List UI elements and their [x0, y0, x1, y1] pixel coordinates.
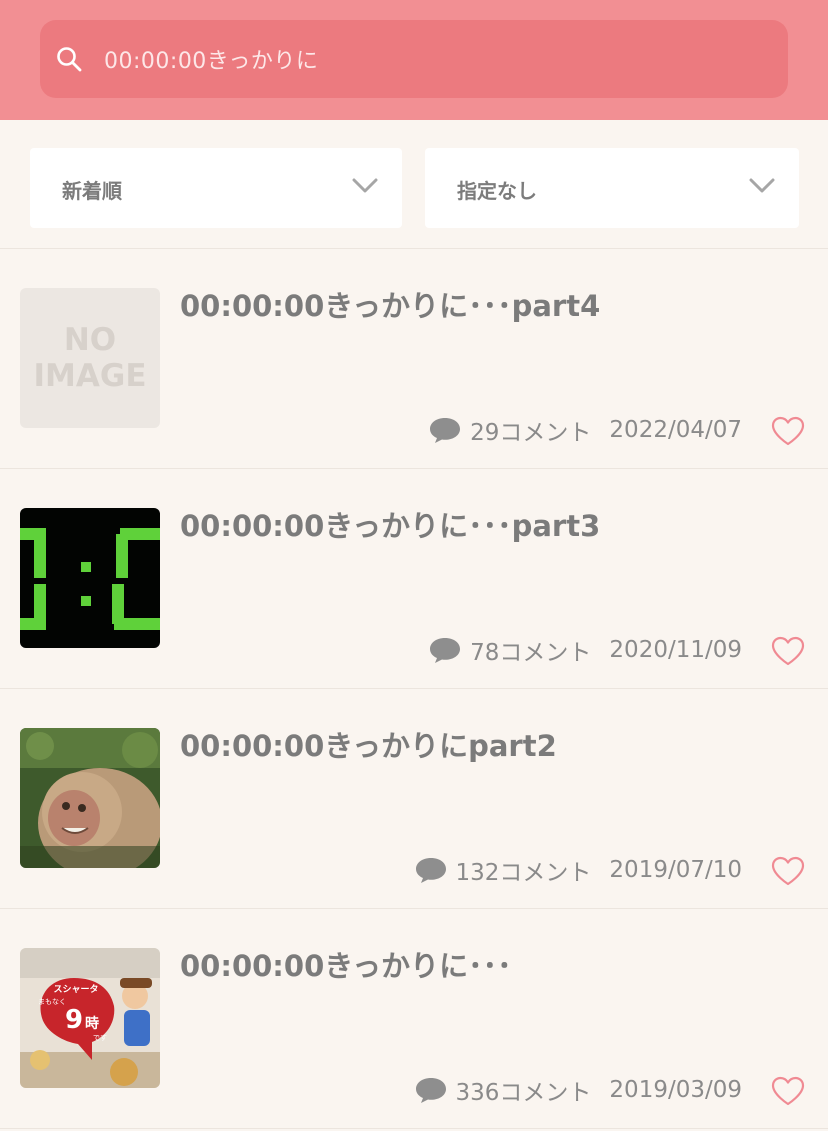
filter-bar: 新着順 指定なし — [0, 120, 828, 249]
ad-thumbnail: スシャータ まもなく 9 時 です — [20, 948, 160, 1088]
thread-title[interactable]: 00:00:00きっかりに･･･ — [180, 943, 512, 985]
post-date: 2020/11/09 — [609, 637, 742, 663]
thread-meta: 29コメント 2022/04/07 — [428, 413, 742, 447]
search-query: 00:00:00きっかりに — [104, 49, 319, 74]
thread-title[interactable]: 00:00:00きっかりに･･･part4 — [180, 283, 600, 325]
cartoon-ad-image: スシャータ まもなく 9 時 です — [20, 948, 160, 1088]
header-bar: 00:00:00きっかりに — [0, 0, 828, 120]
post-date: 2019/03/09 — [609, 1077, 742, 1103]
ad-big-number: 9 — [65, 1005, 83, 1035]
post-date: 2019/07/10 — [609, 857, 742, 883]
sort-select-label: 新着順 — [62, 179, 122, 203]
heart-icon[interactable] — [770, 415, 806, 447]
thread-title[interactable]: 00:00:00きっかりに･･･part3 — [180, 503, 600, 545]
no-image-text-line2: IMAGE — [33, 358, 147, 394]
comment-icon — [430, 638, 461, 663]
monkey-photo — [20, 728, 160, 868]
no-image-text-line1: NO — [63, 322, 117, 358]
list-item[interactable]: 00:00:00きっかりに･･･part3 78コメント 2020/11/09 — [0, 469, 828, 689]
digital-clock-thumbnail — [20, 508, 160, 648]
list-item[interactable]: NO IMAGE 00:00:00きっかりに･･･part4 29コメント 20… — [0, 249, 828, 469]
list-item[interactable]: スシャータ まもなく 9 時 です 00:00:00きっかりに･･･ 336コメ… — [0, 909, 828, 1129]
comment-count: 132コメント — [455, 860, 592, 886]
comment-icon — [415, 1078, 446, 1103]
monkey-thumbnail — [20, 728, 160, 868]
comment-count: 336コメント — [455, 1080, 592, 1106]
thread-meta: 336コメント 2019/03/09 — [414, 1073, 742, 1107]
chevron-down-icon — [749, 178, 775, 193]
ad-small-text: まもなく — [38, 998, 66, 1006]
thread-meta: 78コメント 2020/11/09 — [428, 633, 742, 667]
sort-select[interactable]: 新着順 — [30, 148, 402, 228]
search-input[interactable]: 00:00:00きっかりに — [40, 20, 788, 98]
heart-icon[interactable] — [770, 1075, 806, 1107]
heart-icon[interactable] — [770, 855, 806, 887]
filter-select[interactable]: 指定なし — [425, 148, 799, 228]
digital-clock-image — [20, 508, 160, 648]
post-date: 2022/04/07 — [609, 417, 742, 443]
search-icon — [57, 47, 82, 72]
chevron-down-icon — [352, 178, 378, 193]
comment-icon — [430, 418, 461, 443]
ad-tail-text: です — [93, 1034, 107, 1042]
heart-icon[interactable] — [770, 635, 806, 667]
thread-meta: 132コメント 2019/07/10 — [414, 853, 742, 887]
comment-count: 78コメント — [470, 640, 592, 666]
thread-list: NO IMAGE 00:00:00きっかりに･･･part4 29コメント 20… — [0, 249, 828, 1129]
filter-select-label: 指定なし — [457, 179, 537, 203]
no-image-thumbnail: NO IMAGE — [20, 288, 160, 428]
comment-icon — [415, 858, 446, 883]
thread-title[interactable]: 00:00:00きっかりにpart2 — [180, 723, 557, 765]
comment-count: 29コメント — [470, 420, 592, 446]
list-item[interactable]: 00:00:00きっかりにpart2 132コメント 2019/07/10 — [0, 689, 828, 909]
ad-brand-text: スシャータ — [53, 983, 98, 995]
ad-unit-text: 時 — [85, 1015, 99, 1032]
